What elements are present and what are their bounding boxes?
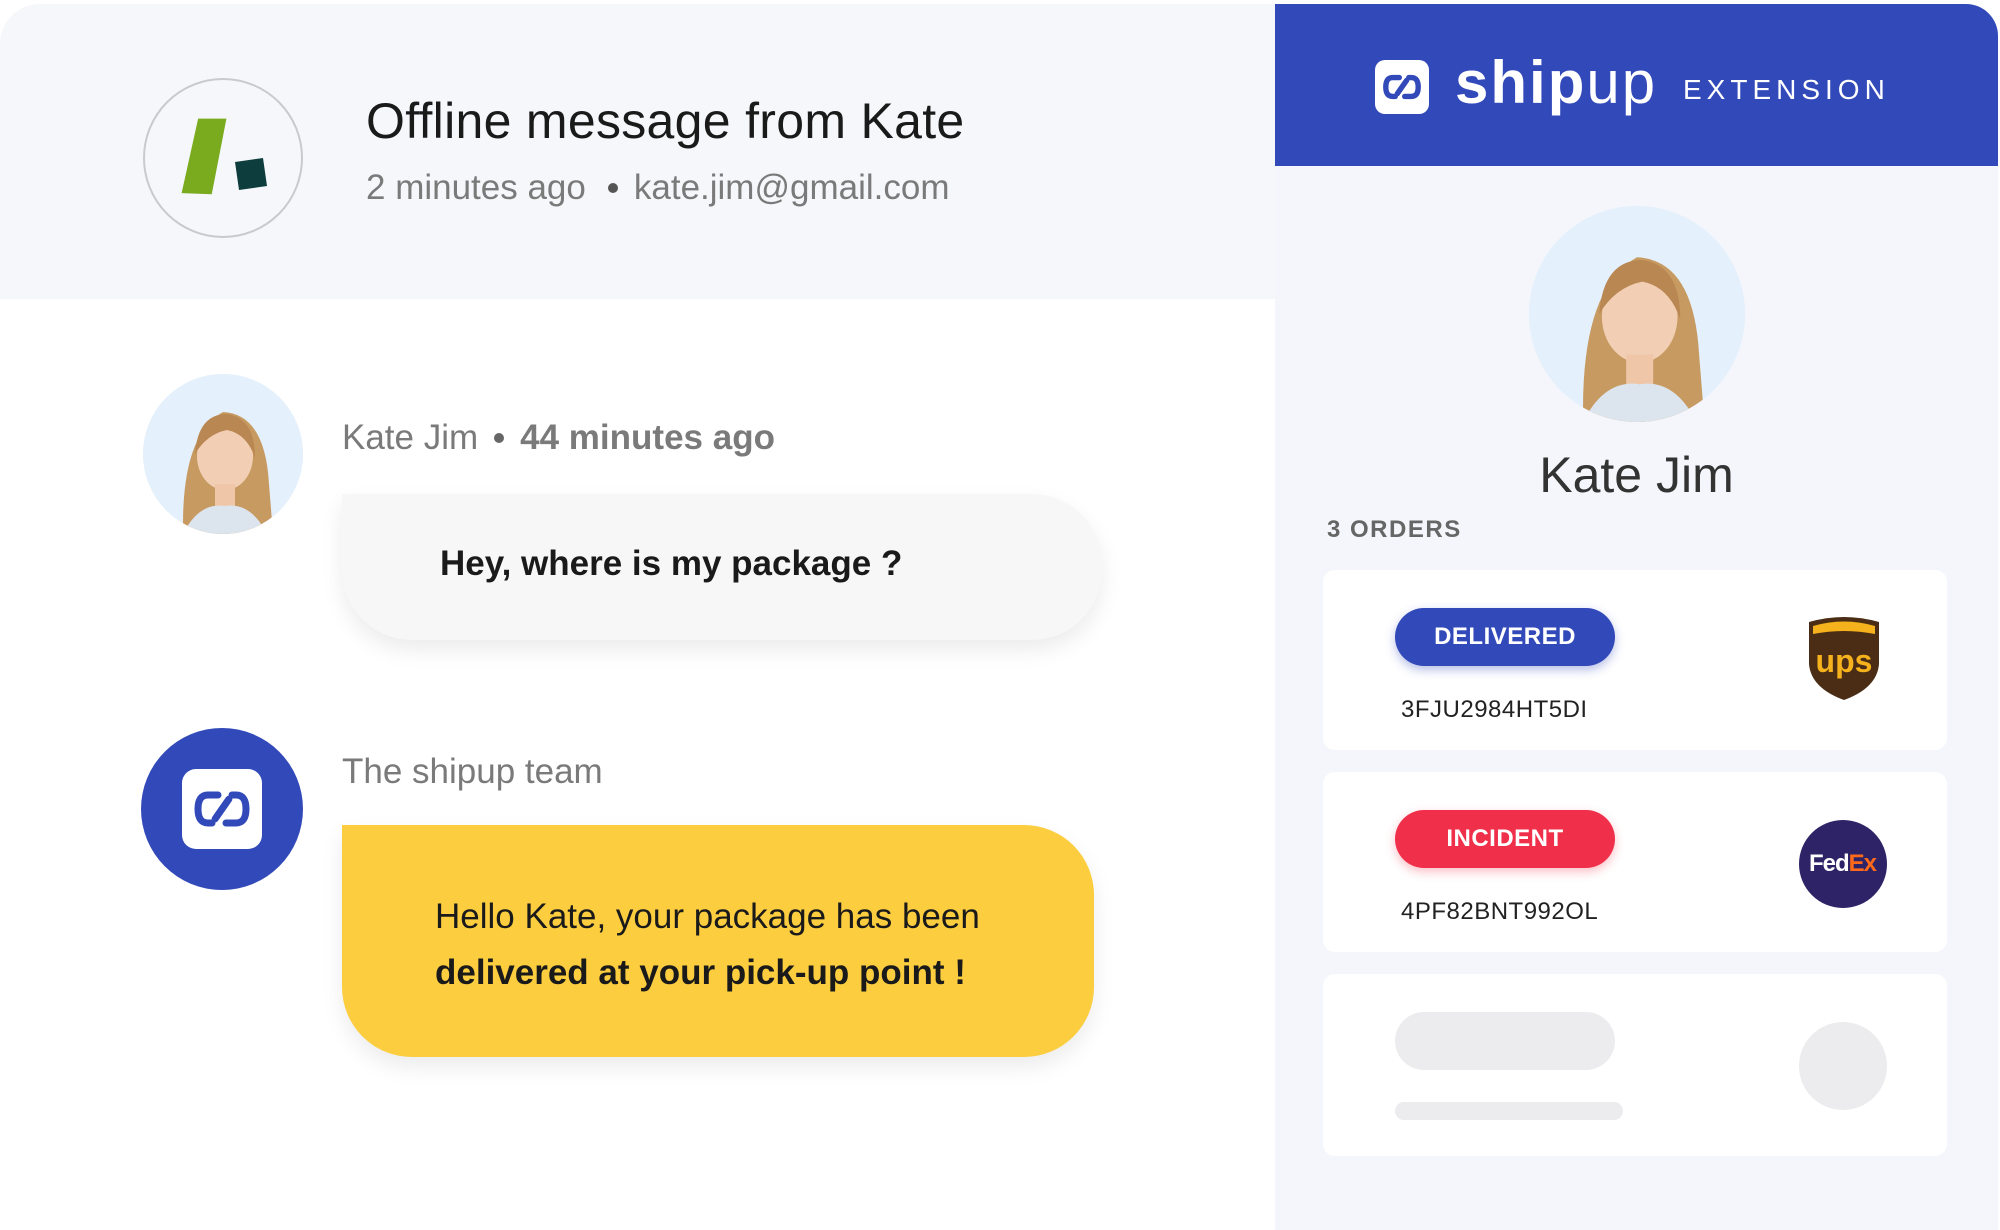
extension-label: EXTENSION [1683, 74, 1890, 105]
separator-dot [607, 183, 618, 193]
customer-message-bubble: Hey, where is my package ? [342, 494, 1102, 640]
order-card[interactable]: INCIDENT 4PF82BNT992OL FedEx [1323, 772, 1947, 952]
app-logo-icon [143, 78, 303, 238]
conversation-title: Offline message from Kate [366, 93, 965, 149]
customer-message-text: Hey, where is my package ? [440, 544, 903, 583]
shipup-team-avatar [141, 728, 303, 890]
order-card[interactable]: DELIVERED 3FJU2984HT5DI ups [1323, 570, 1947, 750]
fedex-logo-text: FedEx [1809, 850, 1877, 878]
customer-profile-name: Kate Jim [1539, 447, 1734, 503]
team-message-bubble: Hello Kate, your package has been delive… [342, 825, 1094, 1057]
team-message-meta: The shipup team [342, 752, 603, 792]
conversation-header: Offline message from Kate 2 minutes ago … [0, 4, 1275, 299]
sender-name: The shipup team [342, 752, 603, 791]
skeleton-status [1395, 1012, 1615, 1070]
customer-email[interactable]: kate.jim@gmail.com [634, 168, 950, 208]
tracking-number: 4PF82BNT992OL [1401, 898, 1599, 925]
tracking-number: 3FJU2984HT5DI [1401, 696, 1588, 723]
conversation-time: 2 minutes ago [366, 168, 586, 207]
team-message-text-line2: delivered at your pick-up point ! [435, 953, 966, 992]
fedex-ex: Ex [1848, 850, 1877, 877]
shipup-brand-name: shipup [1455, 48, 1657, 117]
customer-avatar [143, 374, 303, 534]
fedex-fed: Fed [1809, 850, 1850, 877]
skeleton-tracking [1395, 1102, 1623, 1120]
status-badge-delivered: DELIVERED [1395, 608, 1615, 666]
brand-up: up [1586, 49, 1658, 116]
ups-logo-icon: ups [1805, 614, 1883, 702]
skeleton-carrier [1799, 1022, 1887, 1110]
shipup-logo-icon [182, 769, 262, 849]
extension-header: shipup EXTENSION [1275, 4, 1998, 166]
customer-profile-avatar [1529, 206, 1745, 422]
shipup-extension-panel: shipup EXTENSION Kate Jim 3 ORDERS DELIV… [1275, 4, 1998, 1230]
status-badge-incident: INCIDENT [1395, 810, 1615, 868]
brand-ship: ship [1455, 49, 1587, 116]
ups-logo-text: ups [1816, 643, 1873, 679]
team-message-text-line1: Hello Kate, your package has been [435, 897, 980, 936]
conversation-subtitle: 2 minutes ago kate.jim@gmail.com [366, 168, 949, 208]
conversation-panel: Offline message from Kate 2 minutes ago … [0, 0, 1275, 1230]
orders-count-label: 3 ORDERS [1327, 516, 1462, 543]
message-time: 44 minutes ago [520, 418, 775, 457]
customer-message-meta: Kate Jim 44 minutes ago [342, 418, 775, 458]
shipup-logo-icon [1375, 60, 1429, 114]
order-card-placeholder [1323, 974, 1947, 1156]
sender-name: Kate Jim [342, 418, 479, 457]
fedex-logo-icon: FedEx [1799, 820, 1887, 908]
separator-dot [494, 433, 505, 443]
